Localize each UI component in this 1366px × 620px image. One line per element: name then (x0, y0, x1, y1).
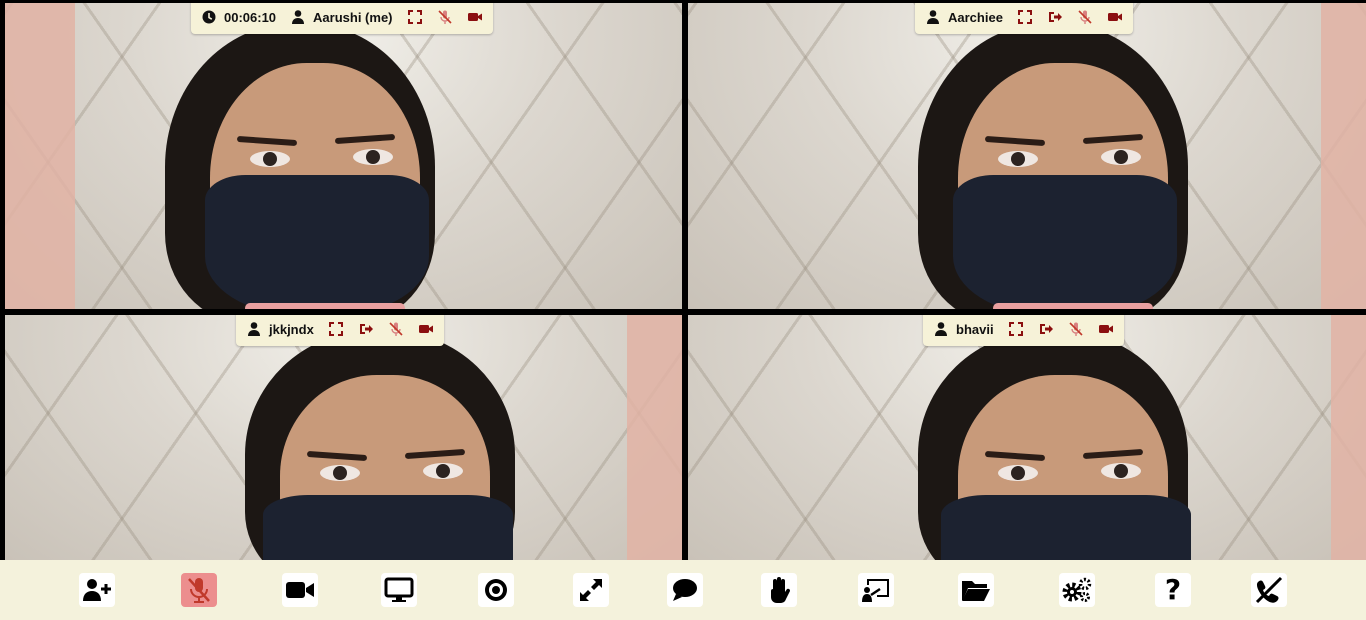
microphone-muted-icon[interactable] (1077, 9, 1093, 25)
settings-button[interactable] (1059, 573, 1095, 607)
fullscreen-icon[interactable] (328, 321, 344, 337)
record-icon (485, 579, 507, 601)
fullscreen-expand-icon (580, 579, 602, 601)
clock-icon (201, 9, 217, 25)
video-tile-jkkjndx[interactable]: jkkjndx (5, 315, 682, 560)
screen-share-button[interactable] (381, 573, 417, 607)
fullscreen-icon[interactable] (1008, 321, 1024, 337)
participant-bar: jkkjndx (236, 315, 444, 346)
file-sharing-button[interactable] (958, 573, 994, 607)
settings-icon (1062, 577, 1092, 602)
user-icon (925, 9, 941, 25)
participant-bar: Aarchiee (915, 3, 1133, 34)
add-participant-button[interactable] (79, 573, 115, 607)
participant-name: Aarchiee (948, 9, 1003, 25)
video-grid: 00:06:10 Aarushi (me) Aarchiee jkkjndx b… (0, 0, 1366, 560)
participant-video (235, 330, 535, 560)
microphone-muted-icon[interactable] (388, 321, 404, 337)
sign-out-icon[interactable] (358, 321, 374, 337)
microphone-muted-icon (188, 578, 210, 603)
participant-name: Aarushi (me) (313, 9, 393, 25)
add-participant-icon (83, 579, 111, 601)
user-icon (290, 9, 306, 25)
video-camera-icon[interactable] (1098, 321, 1114, 337)
user-icon (933, 321, 949, 337)
chat-button[interactable] (667, 573, 703, 607)
chat-icon (673, 579, 697, 601)
fullscreen-icon[interactable] (1017, 9, 1033, 25)
video-camera-icon[interactable] (1107, 9, 1123, 25)
video-tile-bhavii[interactable]: bhavii (688, 315, 1366, 560)
record-button[interactable] (478, 573, 514, 607)
video-tile-aarushi[interactable]: 00:06:10 Aarushi (me) (5, 3, 682, 309)
fullscreen-button[interactable] (573, 573, 609, 607)
video-tile-aarchiee[interactable]: Aarchiee (688, 3, 1366, 309)
sign-out-icon[interactable] (1047, 9, 1063, 25)
screen-share-icon (384, 577, 414, 602)
video-camera-icon (286, 582, 314, 598)
raise-hand-button[interactable] (761, 573, 797, 607)
help-icon: ? (1164, 573, 1182, 606)
microphone-muted-icon[interactable] (437, 9, 453, 25)
call-toolbar: ? (0, 560, 1366, 620)
participant-bar: 00:06:10 Aarushi (me) (191, 3, 493, 34)
participant-video (913, 23, 1213, 309)
help-button[interactable]: ? (1155, 573, 1191, 607)
call-timer: 00:06:10 (224, 9, 277, 25)
participant-bar: bhavii (923, 315, 1124, 346)
leave-call-button[interactable] (1251, 573, 1287, 607)
raise-hand-icon (771, 577, 791, 603)
video-camera-icon[interactable] (418, 321, 434, 337)
video-toggle-button[interactable] (282, 573, 318, 607)
microphone-muted-icon[interactable] (1068, 321, 1084, 337)
user-icon (246, 321, 262, 337)
participant-video (913, 330, 1213, 560)
whiteboard-icon (862, 579, 889, 602)
fullscreen-icon[interactable] (407, 9, 423, 25)
participant-name: jkkjndx (269, 321, 314, 337)
participant-video (165, 23, 465, 309)
participant-name: bhavii (956, 321, 994, 337)
whiteboard-button[interactable] (858, 573, 894, 607)
microphone-toggle-button[interactable] (181, 573, 217, 607)
file-folder-icon (962, 581, 990, 601)
leave-call-icon (1255, 576, 1283, 604)
video-camera-icon[interactable] (467, 9, 483, 25)
sign-out-icon[interactable] (1038, 321, 1054, 337)
